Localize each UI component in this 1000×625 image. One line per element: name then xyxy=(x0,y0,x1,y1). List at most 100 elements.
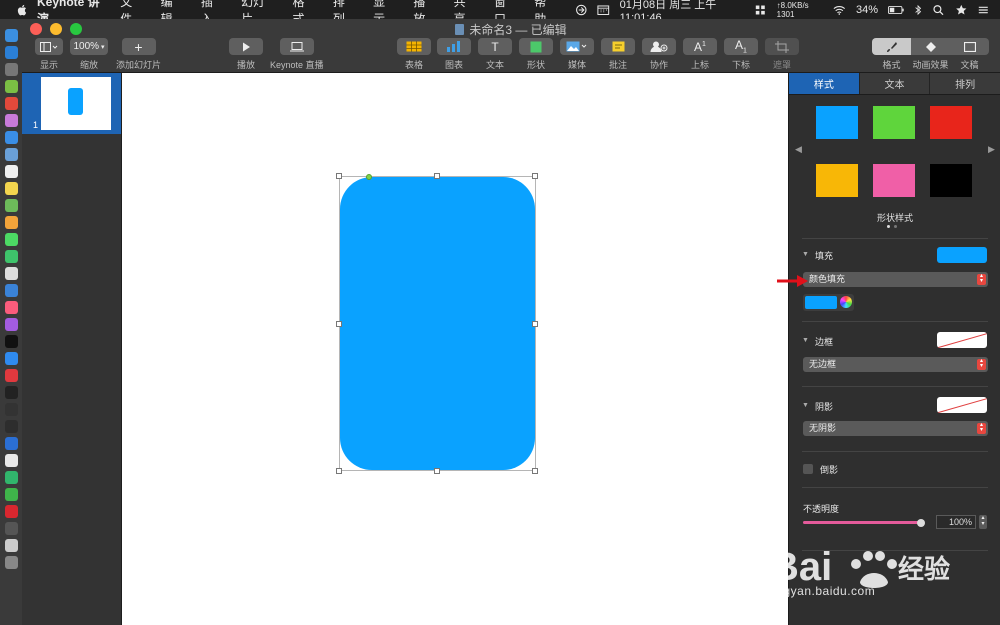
tv-icon[interactable] xyxy=(4,335,18,348)
notes-icon[interactable] xyxy=(4,182,18,195)
fill-color-picker[interactable] xyxy=(803,294,854,311)
launchpad-icon[interactable] xyxy=(4,63,18,76)
view-button[interactable] xyxy=(35,38,63,55)
shadow-disclosure-icon[interactable]: ▼ xyxy=(802,402,809,409)
tab-text[interactable]: 文本 xyxy=(859,73,931,94)
wifi-icon[interactable] xyxy=(833,4,846,16)
mail-icon[interactable] xyxy=(4,131,18,144)
border-style-popup[interactable]: 无边框 ▴ ▾ xyxy=(803,357,988,372)
activity-monitor-icon[interactable] xyxy=(4,403,18,416)
tab-style[interactable]: 样式 xyxy=(789,73,860,94)
tab-arrange[interactable]: 排列 xyxy=(930,73,1000,94)
slide-canvas[interactable] xyxy=(122,73,788,625)
subscript-button[interactable]: A1 xyxy=(724,38,758,55)
page-dot-1[interactable] xyxy=(887,225,890,228)
superscript-button[interactable]: A1 xyxy=(683,38,717,55)
preview-icon[interactable] xyxy=(4,148,18,161)
resize-handle-top-left[interactable] xyxy=(336,173,342,179)
color-wheel-icon[interactable] xyxy=(840,296,852,308)
star-icon[interactable] xyxy=(955,4,968,16)
menu-list-icon[interactable] xyxy=(977,4,990,16)
terminal-icon[interactable] xyxy=(4,386,18,399)
status-grid-icon[interactable] xyxy=(754,4,767,16)
shape-style-swatch-4[interactable] xyxy=(816,164,858,197)
maps-icon[interactable] xyxy=(4,199,18,212)
document-button[interactable] xyxy=(950,38,989,55)
app-store-icon[interactable] xyxy=(4,352,18,365)
wechat-icon[interactable] xyxy=(4,488,18,501)
yandex-icon[interactable] xyxy=(4,454,18,467)
photos-icon[interactable] xyxy=(4,114,18,127)
shadow-color-well[interactable] xyxy=(937,397,987,413)
fill-type-popup[interactable]: 颜色填充 ▴ ▾ xyxy=(803,272,988,287)
format-button[interactable] xyxy=(872,38,911,55)
table-button[interactable] xyxy=(397,38,431,55)
downloads-icon[interactable] xyxy=(4,539,18,552)
finder-icon[interactable] xyxy=(4,29,18,42)
chrome-icon[interactable] xyxy=(4,97,18,110)
fill-color-well[interactable] xyxy=(937,247,987,263)
corner-radius-handle[interactable] xyxy=(366,174,372,180)
add-slide-button[interactable]: + xyxy=(121,38,156,55)
search-icon[interactable] xyxy=(932,4,945,16)
shape-style-swatch-5[interactable] xyxy=(873,164,915,197)
apple-menu-icon[interactable] xyxy=(16,3,29,17)
text-button[interactable]: T xyxy=(478,38,512,55)
shadow-style-popup[interactable]: 无阴影 ▴ ▾ xyxy=(803,421,988,436)
fill-color-swatch[interactable] xyxy=(805,296,837,309)
opacity-value-field[interactable]: 100% xyxy=(936,515,976,529)
shape-style-swatch-3[interactable] xyxy=(930,106,972,139)
animate-button[interactable] xyxy=(911,38,950,55)
zoom-select[interactable]: 100% ▾ xyxy=(70,38,108,55)
reminders-icon[interactable] xyxy=(4,267,18,280)
resize-handle-left[interactable] xyxy=(336,321,342,327)
calendar-icon[interactable] xyxy=(597,4,610,16)
photos-wheel-icon[interactable] xyxy=(4,216,18,229)
calendar-dock-icon[interactable] xyxy=(4,165,18,178)
border-disclosure-icon[interactable]: ▼ xyxy=(802,337,809,344)
collaborate-button[interactable] xyxy=(642,38,676,55)
sogou-icon[interactable] xyxy=(4,471,18,484)
slide-thumbnail-selected[interactable]: 1 xyxy=(22,73,121,134)
vpn-icon[interactable] xyxy=(4,437,18,450)
shape-style-swatch-2[interactable] xyxy=(873,106,915,139)
previous-styles-arrow-icon[interactable]: ◀ xyxy=(795,144,802,155)
messages-icon[interactable] xyxy=(4,233,18,246)
resize-handle-right[interactable] xyxy=(532,321,538,327)
resize-handle-bottom[interactable] xyxy=(434,468,440,474)
resize-handle-bottom-right[interactable] xyxy=(532,468,538,474)
opacity-slider-knob[interactable] xyxy=(917,519,925,527)
sync-icon[interactable] xyxy=(575,4,588,16)
music-icon[interactable] xyxy=(4,301,18,314)
shape-style-swatch-1[interactable] xyxy=(816,106,858,139)
resize-handle-bottom-left[interactable] xyxy=(336,468,342,474)
shape-style-swatch-6[interactable] xyxy=(930,164,972,197)
trash-icon[interactable] xyxy=(4,556,18,569)
keynote-icon[interactable] xyxy=(4,284,18,297)
chart-button[interactable] xyxy=(437,38,471,55)
style-page-dots[interactable] xyxy=(887,225,897,228)
android-icon[interactable] xyxy=(4,80,18,93)
shape-button[interactable] xyxy=(519,38,553,55)
podcasts-icon[interactable] xyxy=(4,318,18,331)
opacity-stepper-icon[interactable]: ▴ ▾ xyxy=(979,515,987,529)
comment-button[interactable] xyxy=(601,38,635,55)
page-dot-2[interactable] xyxy=(894,225,897,228)
keynote-live-button[interactable] xyxy=(279,38,314,55)
mask-button[interactable] xyxy=(765,38,799,55)
bluetooth-icon[interactable] xyxy=(914,4,922,16)
facetime-icon[interactable] xyxy=(4,250,18,263)
play-button[interactable] xyxy=(229,38,263,55)
resize-handle-top-right[interactable] xyxy=(532,173,538,179)
vivaldi-icon[interactable] xyxy=(4,369,18,382)
opacity-slider[interactable] xyxy=(803,521,921,524)
media-button[interactable] xyxy=(560,38,594,55)
resize-handle-top[interactable] xyxy=(434,173,440,179)
next-styles-arrow-icon[interactable]: ▶ xyxy=(988,144,995,155)
netease-icon[interactable] xyxy=(4,505,18,518)
safari-icon[interactable] xyxy=(4,46,18,59)
finalcut-icon[interactable] xyxy=(4,522,18,535)
reflection-checkbox[interactable] xyxy=(803,464,813,474)
console-icon[interactable] xyxy=(4,420,18,433)
border-color-well[interactable] xyxy=(937,332,987,348)
